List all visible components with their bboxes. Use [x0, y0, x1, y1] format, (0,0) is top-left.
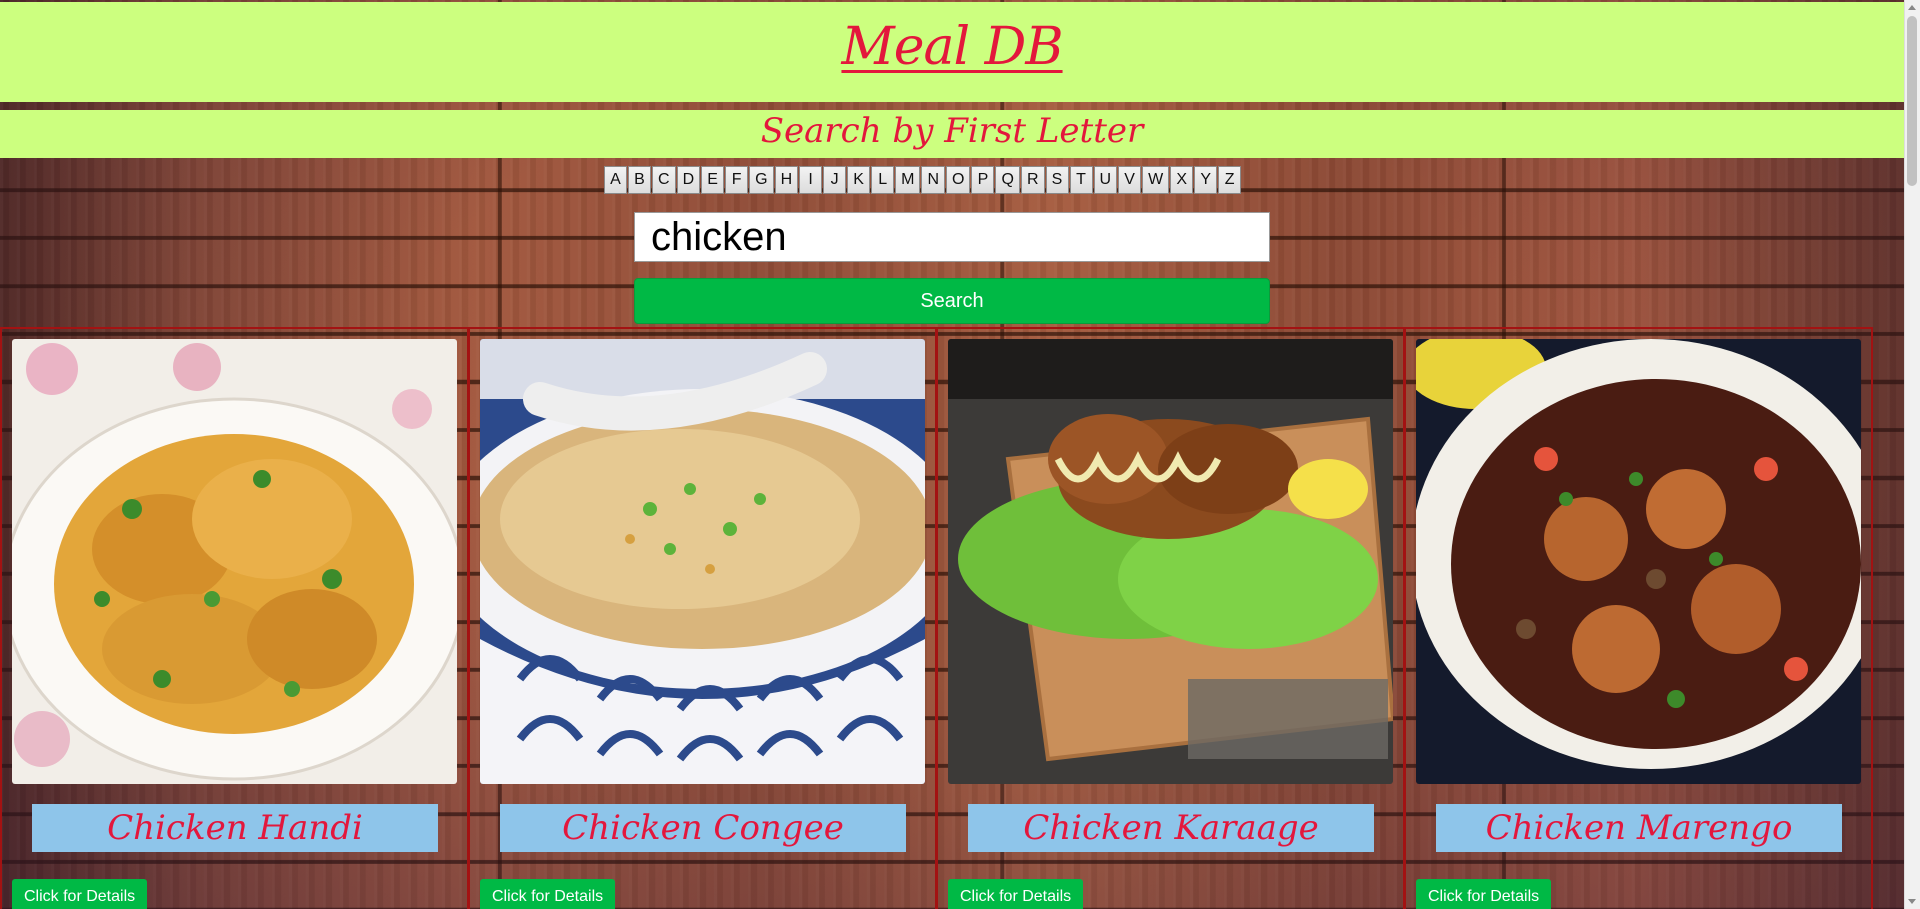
letter-button-r[interactable]: R — [1020, 166, 1045, 194]
details-button[interactable]: Click for Details — [12, 879, 148, 909]
letter-button-k[interactable]: K — [847, 166, 871, 194]
details-button[interactable]: Click for Details — [1416, 879, 1552, 909]
search-input[interactable]: chicken — [634, 212, 1270, 262]
letter-button-a[interactable]: A — [604, 166, 627, 194]
scrollbar-thumb[interactable] — [1907, 16, 1917, 186]
meal-name: Chicken Handi — [32, 804, 438, 852]
details-button[interactable]: Click for Details — [480, 879, 616, 909]
letter-button-g[interactable]: G — [749, 166, 774, 194]
meal-name: Chicken Marengo — [1436, 804, 1842, 852]
meal-image — [480, 339, 925, 784]
letter-button-z[interactable]: Z — [1218, 166, 1242, 194]
meal-image — [1416, 339, 1861, 784]
letter-filter-bar: A B C D E F G H I J K L M N O P Q R S T … — [604, 166, 1242, 194]
letter-button-j[interactable]: J — [823, 166, 847, 194]
scroll-up-icon[interactable] — [1908, 5, 1916, 10]
letter-button-y[interactable]: Y — [1194, 166, 1218, 194]
subheader-banner: Search by First Letter — [0, 110, 1904, 158]
subheader-title: Search by First Letter — [760, 111, 1144, 151]
letter-button-m[interactable]: M — [895, 166, 921, 194]
letter-button-t[interactable]: T — [1069, 166, 1093, 194]
letter-button-c[interactable]: C — [652, 166, 676, 194]
meal-image — [12, 339, 457, 784]
letter-button-l[interactable]: L — [871, 166, 895, 194]
letter-button-o[interactable]: O — [946, 166, 971, 194]
letter-button-i[interactable]: I — [799, 166, 823, 194]
meal-card: Chicken Handi Click for Details — [0, 327, 469, 909]
letter-button-v[interactable]: V — [1118, 166, 1142, 194]
letter-button-b[interactable]: B — [628, 166, 651, 194]
site-header: Meal DB — [0, 2, 1904, 102]
page-scrollbar[interactable] — [1904, 0, 1920, 909]
letter-button-n[interactable]: N — [921, 166, 946, 194]
search-button[interactable]: Search — [634, 278, 1270, 324]
letter-button-s[interactable]: S — [1045, 166, 1069, 194]
site-title-link[interactable]: Meal DB — [841, 17, 1063, 77]
letter-button-f[interactable]: F — [725, 166, 749, 194]
meal-card: Chicken Karaage Click for Details — [936, 327, 1405, 909]
letter-button-e[interactable]: E — [701, 166, 725, 194]
letter-button-h[interactable]: H — [774, 166, 799, 194]
letter-button-u[interactable]: U — [1093, 166, 1118, 194]
letter-button-w[interactable]: W — [1142, 166, 1170, 194]
meal-card: Chicken Congee Click for Details — [468, 327, 937, 909]
meal-image — [948, 339, 1393, 784]
scroll-down-icon[interactable] — [1908, 899, 1916, 904]
letter-button-x[interactable]: X — [1170, 166, 1194, 194]
letter-button-p[interactable]: P — [971, 166, 995, 194]
details-button[interactable]: Click for Details — [948, 879, 1084, 909]
meal-name: Chicken Congee — [500, 804, 906, 852]
meal-card: Chicken Marengo Click for Details — [1404, 327, 1873, 909]
letter-button-d[interactable]: D — [676, 166, 701, 194]
letter-button-q[interactable]: Q — [995, 166, 1020, 194]
meal-results-grid: Chicken Handi Click for Details Chicken … — [0, 327, 1904, 909]
meal-name: Chicken Karaage — [968, 804, 1374, 852]
